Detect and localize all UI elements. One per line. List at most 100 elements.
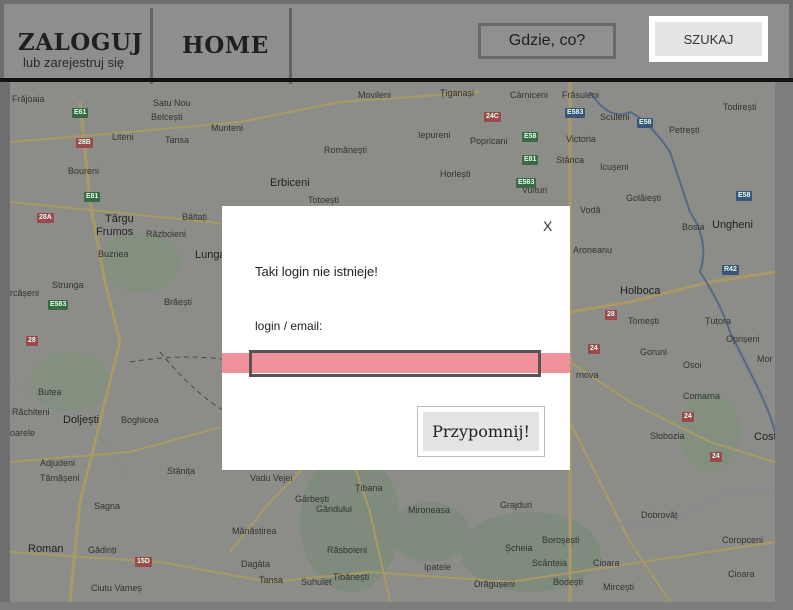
road-badge: 24C bbox=[484, 112, 501, 122]
road-badge: E58 bbox=[637, 118, 654, 128]
map-town-label: Suhulet bbox=[301, 577, 332, 587]
submit-button-frame: Przypomnij! bbox=[417, 406, 545, 457]
map-town-label: Boghicea bbox=[121, 415, 159, 425]
map-town-label: Ipatele bbox=[424, 562, 452, 572]
map-town-label: Tansa bbox=[259, 575, 284, 585]
map-town-label: Erbiceni bbox=[270, 177, 310, 189]
road-badge: E81 bbox=[522, 155, 539, 165]
password-reminder-dialog: X Taki login nie istnieje! login / email… bbox=[222, 206, 570, 470]
map-town-label: Frăsuleni bbox=[562, 90, 600, 100]
map-town-label: Țibana bbox=[355, 483, 383, 493]
map-town-label: Dobrovăț bbox=[641, 510, 678, 520]
error-message: Taki login nie istnieje! bbox=[255, 264, 378, 279]
road-badge: 24 bbox=[710, 452, 722, 462]
map-town-label: Țuțora bbox=[705, 316, 732, 326]
map-town-label: Adjudeni bbox=[40, 458, 76, 468]
map-town-label: Osoi bbox=[683, 360, 702, 370]
map-town-label: Icușeni bbox=[600, 162, 629, 172]
road-badge: E81 bbox=[84, 192, 101, 202]
map-town-label: Tomești bbox=[628, 316, 660, 326]
road-badge: E58 bbox=[736, 191, 753, 201]
road-badge: E583 bbox=[565, 108, 586, 118]
map-town-label: Belcești bbox=[151, 112, 183, 122]
page-edge bbox=[775, 82, 793, 610]
map-town-label: Totoești bbox=[308, 195, 340, 205]
map-town-label: Holboca bbox=[620, 285, 661, 297]
map-town-label: Mironeasa bbox=[408, 505, 451, 515]
map-town-label: Bâltați bbox=[182, 212, 208, 222]
search-input[interactable] bbox=[478, 23, 616, 59]
header-rule bbox=[0, 78, 793, 82]
register-subtitle[interactable]: lub zarejestruj się bbox=[23, 56, 154, 70]
search-button[interactable]: SZUKAJ bbox=[655, 22, 762, 56]
search-button-frame: SZUKAJ bbox=[649, 16, 768, 62]
map-town-label: Răsboieni bbox=[327, 545, 368, 555]
login-field-label: login / email: bbox=[255, 319, 323, 333]
map-town-label: Gădinți bbox=[88, 545, 117, 555]
map-town-label: rcășeni bbox=[10, 288, 40, 298]
map-town-label: Goruni bbox=[640, 347, 668, 357]
road-badge: 28 bbox=[26, 336, 38, 346]
map-town-label: Bodești bbox=[553, 577, 584, 587]
map-town-label: Dagâta bbox=[241, 559, 271, 569]
map-town-label: Frumos bbox=[96, 226, 134, 238]
map-town-label: Sagna bbox=[94, 501, 121, 511]
map-town-label: Bosia bbox=[682, 222, 705, 232]
map-town-label: Doljești bbox=[63, 414, 100, 426]
road-badge: E583 bbox=[516, 178, 537, 188]
map-town-label: Coropceni bbox=[722, 535, 764, 545]
map-town-label: Cârniceni bbox=[510, 90, 549, 100]
header-divider bbox=[150, 8, 153, 84]
map-town-label: Slobozia bbox=[650, 431, 685, 441]
login-email-input[interactable] bbox=[249, 350, 541, 377]
map-town-label: Tansa bbox=[165, 135, 190, 145]
remind-button[interactable]: Przypomnij! bbox=[423, 412, 539, 451]
road-badge: 28 bbox=[605, 310, 617, 320]
road-badge: 24 bbox=[682, 412, 694, 422]
map-town-label: Frăjoaia bbox=[12, 94, 45, 104]
map-town-label: oarele bbox=[10, 428, 36, 438]
header-divider bbox=[289, 8, 292, 84]
map-town-label: Horlești bbox=[440, 169, 471, 179]
login-link[interactable]: ZALOGUJ lub zarejestruj się bbox=[18, 30, 154, 70]
home-link[interactable]: HOME bbox=[182, 32, 269, 59]
map-town-label: Boureni bbox=[68, 166, 100, 176]
map-town-label: Buznea bbox=[98, 249, 129, 259]
map-town-label: Mor bbox=[757, 354, 773, 364]
road-badge: E583 bbox=[48, 300, 69, 310]
map-town-label: Mănăstirea bbox=[232, 526, 277, 536]
map-town-label: rnova bbox=[576, 370, 599, 380]
map-town-label: Cost bbox=[754, 431, 775, 443]
map-town-label: Roman bbox=[28, 543, 64, 555]
map-town-label: Liteni bbox=[112, 132, 134, 142]
map-town-label: Comarna bbox=[683, 391, 721, 401]
map-town-label: Movileni bbox=[358, 90, 392, 100]
login-title[interactable]: ZALOGUJ bbox=[18, 30, 154, 56]
map-town-label: Victoria bbox=[566, 134, 596, 144]
close-icon[interactable]: X bbox=[543, 218, 552, 234]
map-town-label: Gârbești bbox=[295, 494, 330, 504]
map-town-label: Munteni bbox=[211, 123, 244, 133]
map-town-label: Golăiești bbox=[626, 193, 662, 203]
map-town-label: Vadu Vejei bbox=[250, 473, 293, 483]
map-town-label: Stânca bbox=[556, 155, 585, 165]
page-frame: Frăjoaia Satu Nou Belcești Liteni Tansa … bbox=[0, 0, 793, 610]
map-town-label: Strunga bbox=[52, 280, 84, 290]
map-town-label: Stânița bbox=[167, 466, 196, 476]
map-town-label: Petrești bbox=[669, 125, 700, 135]
map-town-label: Țiganași bbox=[440, 88, 475, 98]
map-town-label: Todirești bbox=[723, 102, 757, 112]
road-badge: 24 bbox=[588, 344, 600, 354]
map-town-label: Ciutu Vameș bbox=[91, 583, 142, 593]
road-badge: E58 bbox=[522, 132, 539, 142]
map-town-label: Târgu bbox=[105, 213, 134, 225]
map-town-label: Cioara bbox=[728, 569, 755, 579]
road-badge: R42 bbox=[722, 265, 739, 275]
map-town-label: Brăești bbox=[164, 297, 193, 307]
map-town-label: Popricani bbox=[470, 136, 508, 146]
map-town-label: Șcheia bbox=[505, 543, 533, 553]
map-town-label: Butea bbox=[38, 387, 62, 397]
map-town-label: Sculeni bbox=[600, 112, 630, 122]
map-town-label: Grajduri bbox=[500, 500, 533, 510]
map-town-label: Răchiteni bbox=[12, 407, 50, 417]
